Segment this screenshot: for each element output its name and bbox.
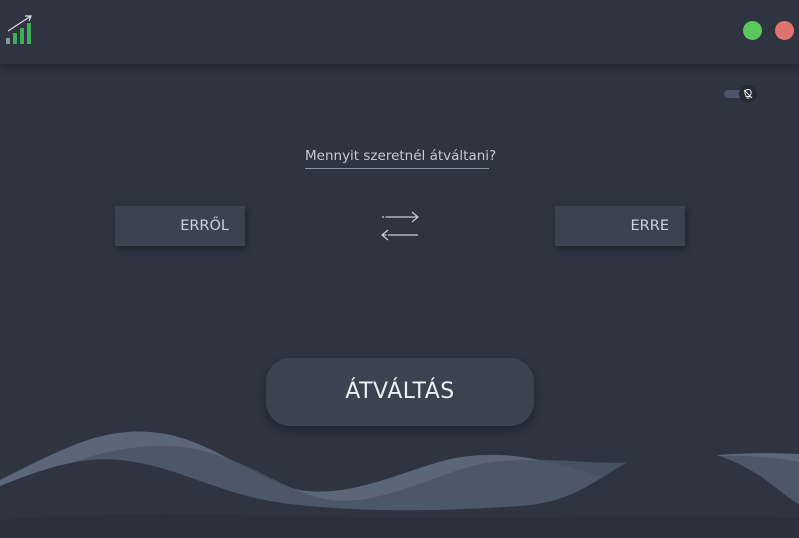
convert-button[interactable]: ÁTVÁLTÁS	[266, 358, 534, 426]
lightbulb-off-icon	[743, 89, 753, 99]
swap-arrows-icon[interactable]	[378, 207, 422, 243]
amount-question[interactable]: Mennyit szeretnél átváltani?	[305, 145, 496, 169]
minimize-button[interactable]	[743, 21, 762, 40]
theme-toggle[interactable]	[723, 85, 757, 103]
title-bar	[0, 0, 799, 64]
close-button[interactable]	[775, 21, 794, 40]
growth-chart-icon	[6, 15, 32, 44]
to-currency-button[interactable]: ERRE	[555, 206, 685, 246]
from-currency-button[interactable]: ERRŐL	[115, 206, 245, 246]
decorative-waves	[0, 431, 799, 538]
toggle-knob	[739, 85, 757, 103]
